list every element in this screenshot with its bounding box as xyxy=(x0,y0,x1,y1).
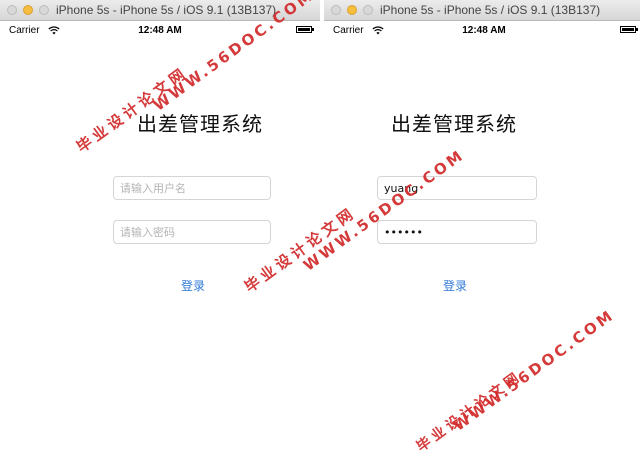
close-window-icon[interactable] xyxy=(7,5,17,15)
status-time: 12:48 AM xyxy=(462,25,506,36)
window-titlebar: iPhone 5s - iPhone 5s / iOS 9.1 (13B137) xyxy=(324,0,640,21)
app-title: 出差管理系统 xyxy=(137,112,263,136)
minimize-window-icon[interactable] xyxy=(347,5,357,15)
window-title: iPhone 5s - iPhone 5s / iOS 9.1 (13B137) xyxy=(380,3,601,17)
window-title: iPhone 5s - iPhone 5s / iOS 9.1 (13B137) xyxy=(56,3,277,17)
battery-icon xyxy=(296,26,314,33)
simulator-window-right: iPhone 5s - iPhone 5s / iOS 9.1 (13B137)… xyxy=(324,0,640,433)
password-input[interactable] xyxy=(377,220,537,244)
simulator-window-left: iPhone 5s - iPhone 5s / iOS 9.1 (13B137)… xyxy=(0,0,320,433)
username-input[interactable] xyxy=(113,176,271,200)
ios-status-bar: Carrier 12:48 AM xyxy=(0,22,320,38)
login-button[interactable]: 登录 xyxy=(324,277,615,294)
password-input[interactable] xyxy=(113,220,271,244)
window-titlebar: iPhone 5s - iPhone 5s / iOS 9.1 (13B137) xyxy=(0,0,320,21)
ios-status-bar: Carrier 12:48 AM xyxy=(324,22,640,38)
close-window-icon[interactable] xyxy=(331,5,341,15)
login-button[interactable]: 登录 xyxy=(33,277,320,294)
username-input[interactable] xyxy=(377,176,537,200)
battery-icon xyxy=(620,26,638,33)
status-time: 12:48 AM xyxy=(138,25,182,36)
zoom-window-icon[interactable] xyxy=(39,5,49,15)
minimize-window-icon[interactable] xyxy=(23,5,33,15)
zoom-window-icon[interactable] xyxy=(363,5,373,15)
app-title: 出差管理系统 xyxy=(391,112,517,136)
